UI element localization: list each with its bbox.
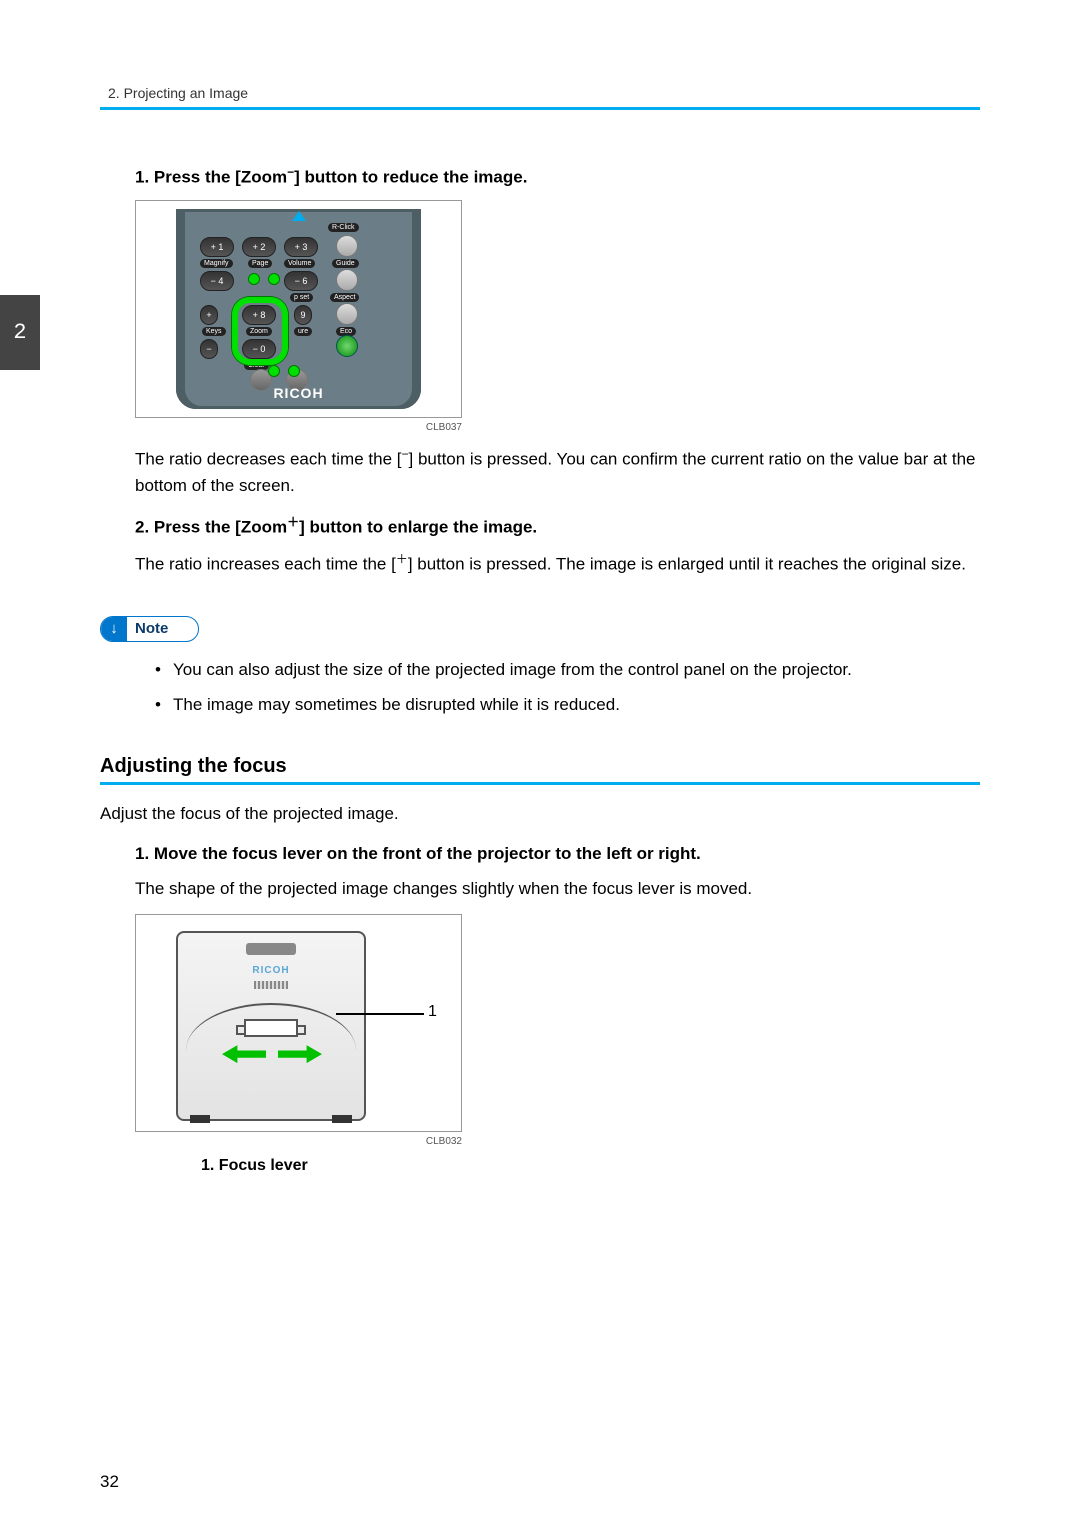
highlight-zoom-ring	[232, 297, 288, 365]
projector-arc	[186, 1003, 356, 1073]
label-pset: p set	[290, 293, 313, 302]
label-ure: ure	[294, 327, 312, 336]
step-2-title: 2. Press the [Zoom＋] button to enlarge t…	[135, 513, 980, 538]
note-item-1: You can also adjust the size of the proj…	[155, 656, 980, 685]
label-guide: Guide	[332, 259, 359, 268]
step-1-title: 1. Press the [Zoom−] button to reduce th…	[135, 165, 980, 188]
remote-btn-guide	[336, 269, 358, 291]
step-1: 1. Press the [Zoom − ] button to reduce th…	[135, 165, 980, 499]
note-badge: ↓ Note	[100, 616, 199, 642]
projector-logo: RICOH	[178, 965, 364, 976]
step-focus-1: 1. Move the focus lever on the front of …	[135, 844, 980, 1175]
minus-superscript-inline: −	[401, 447, 408, 461]
note-label: Note	[127, 620, 168, 637]
step-1-num: 1.	[135, 168, 149, 187]
section-intro: Adjust the focus of the projected image.	[100, 801, 980, 827]
remote-logo: RICOH	[176, 385, 421, 401]
remote-btn-plus3: + 3	[284, 237, 318, 257]
highlight-dot-4	[288, 365, 300, 377]
highlight-dot-3	[268, 365, 280, 377]
note-arrow-icon: ↓	[101, 616, 127, 642]
step-1-title-a: Press the [Zoom	[154, 168, 287, 187]
projector-body: RICOH	[176, 931, 366, 1121]
figure-remote: + 1 + 2 + 3 R-Click Magnify Page Volume …	[135, 200, 980, 433]
remote-body: + 1 + 2 + 3 R-Click Magnify Page Volume …	[176, 209, 421, 409]
nav-up-icon	[292, 211, 306, 221]
remote-btn-9: 9	[294, 305, 312, 325]
callout-number: 1	[428, 1003, 437, 1021]
remote-btn-plus2: + 2	[242, 237, 276, 257]
projector-foot-right	[332, 1115, 352, 1123]
highlight-dot-2	[268, 273, 280, 285]
plus-superscript: ＋	[287, 515, 299, 529]
plus-superscript-inline: ＋	[396, 552, 408, 566]
label-page: Page	[248, 259, 272, 268]
figure-projector-caption: CLB032	[135, 1136, 462, 1147]
figure-projector: RICOH 1 CLB032	[135, 914, 980, 1147]
figure-remote-caption: CLB037	[135, 422, 462, 433]
remote-btn-plus1: + 1	[200, 237, 234, 257]
note-list: You can also adjust the size of the proj…	[155, 656, 980, 720]
callout-line	[336, 1013, 424, 1015]
focus-sub-item: 1. Focus lever	[201, 1157, 980, 1175]
remote-btn-plus-left: +	[200, 305, 218, 325]
page-number: 32	[100, 1472, 119, 1492]
label-aspect: Aspect	[330, 293, 359, 302]
remote-btn-minus6: − 6	[284, 271, 318, 291]
remote-btn-rclick	[336, 235, 358, 257]
projector-top-bar	[246, 943, 296, 955]
section-adjusting-focus-title: Adjusting the focus	[100, 755, 980, 778]
step-1-title-b: ] button to reduce the image.	[294, 168, 527, 187]
step-2: 2. Press the [Zoom＋] button to enlarge t…	[135, 513, 980, 578]
label-volume: Volume	[284, 259, 315, 268]
running-header: 2. Projecting an Image	[100, 85, 980, 101]
projector-vent	[254, 981, 288, 989]
label-magnify: Magnify	[200, 259, 233, 268]
remote-btn-minus-left: −	[200, 339, 218, 359]
header-rule	[100, 107, 980, 110]
label-rclick: R-Click	[328, 223, 359, 232]
focus-lever-icon	[244, 1019, 298, 1037]
note-item-2: The image may sometimes be disrupted whi…	[155, 691, 980, 720]
section-rule	[100, 782, 980, 785]
label-keys: Keys	[202, 327, 226, 336]
step-1-body: The ratio decreases each time the [−] bu…	[135, 445, 980, 499]
step-focus-1-title: 1. Move the focus lever on the front of …	[135, 844, 980, 864]
step-focus-1-body: The shape of the projected image changes…	[135, 876, 980, 902]
projector-foot-left	[190, 1115, 210, 1123]
highlight-dot-1	[248, 273, 260, 285]
remote-btn-aspect	[336, 303, 358, 325]
remote-btn-minus4: − 4	[200, 271, 234, 291]
step-2-num: 2.	[135, 518, 149, 537]
remote-btn-eco	[336, 335, 358, 357]
step-2-body: The ratio increases each time the [＋] bu…	[135, 550, 980, 578]
